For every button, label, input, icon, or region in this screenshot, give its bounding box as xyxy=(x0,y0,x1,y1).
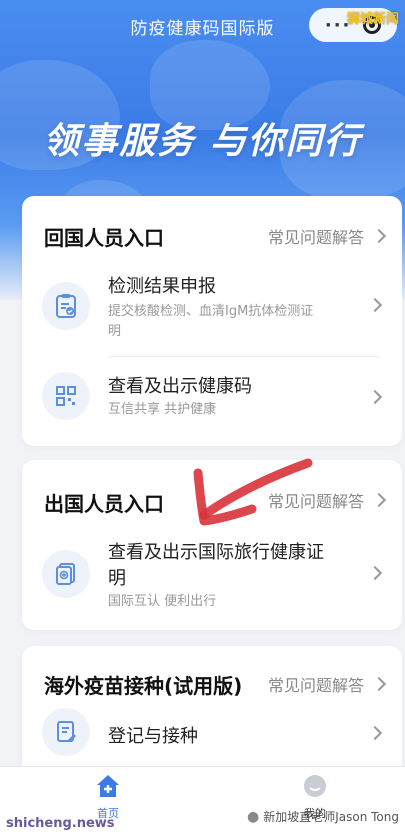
chevron-right-icon xyxy=(367,725,383,741)
item-title: 明 xyxy=(108,568,126,589)
health-certificate-icon xyxy=(42,550,90,598)
faq-label: 常见问题解答 xyxy=(267,492,364,511)
wechat-icon: ● xyxy=(247,808,260,825)
form-edit-icon xyxy=(42,708,90,756)
item-subtitle: 互信共享 共护健康 xyxy=(108,402,217,417)
chevron-right-icon xyxy=(371,492,387,508)
item-title: 查看及出示国际旅行健康证 xyxy=(108,542,324,563)
item-title: 查看及出示健康码 xyxy=(108,376,252,397)
faq-link[interactable]: 常见问题解答 xyxy=(267,224,387,248)
profile-icon xyxy=(304,775,326,797)
chevron-right-icon xyxy=(371,228,387,244)
list-item-test-report[interactable]: 检测结果申报 提交核酸检测、血清IgM抗体检测证 明 xyxy=(22,270,402,360)
item-subtitle: 明 xyxy=(108,324,122,339)
section-heading: 回国人员入口 xyxy=(44,226,164,250)
watermark-bottom-right: ● 新加坡直老师Jason Tong xyxy=(247,808,399,825)
faq-label: 常见问题解答 xyxy=(267,676,364,695)
section-heading: 出国人员入口 xyxy=(44,492,164,516)
item-title: 登记与接种 xyxy=(108,726,198,747)
faq-link[interactable]: 常见问题解答 xyxy=(267,488,387,512)
tab-home[interactable]: 首页 xyxy=(68,773,148,821)
section-card-return: 回国人员入口 常见问题解答 检测结果申报 提交核酸检测、血清IgM抗体检测证 明 xyxy=(22,196,402,446)
watermark-top: 狮城新闻 xyxy=(346,12,399,27)
faq-link[interactable]: 常见问题解答 xyxy=(267,672,387,696)
home-icon xyxy=(97,775,119,797)
item-title: 检测结果申报 xyxy=(108,276,216,297)
divider xyxy=(108,356,380,357)
slogan: 领事服务 与你同行 xyxy=(43,121,362,162)
section-card-vaccine: 海外疫苗接种(试用版) 常见问题解答 登记与接种 xyxy=(22,646,402,776)
chevron-right-icon xyxy=(367,297,383,313)
item-subtitle: 国际互认 便利出行 xyxy=(108,594,217,609)
list-item-health-code[interactable]: 查看及出示健康码 互信共享 共护健康 xyxy=(22,368,402,432)
watermark-text: 新加坡直老师Jason Tong xyxy=(263,810,399,824)
item-subtitle: 提交核酸检测、血清IgM抗体检测证 xyxy=(108,304,314,319)
chevron-right-icon xyxy=(367,389,383,405)
list-item-register-vaccinate[interactable]: 登记与接种 xyxy=(22,708,402,764)
section-heading: 海外疫苗接种(试用版) xyxy=(44,674,243,698)
watermark-bottom-left: shicheng.news xyxy=(6,816,115,831)
chevron-right-icon xyxy=(367,565,383,581)
chevron-right-icon xyxy=(371,676,387,692)
clipboard-check-icon xyxy=(42,282,90,330)
qr-code-icon xyxy=(42,372,90,420)
section-card-departure: 出国人员入口 常见问题解答 查看及出示国际旅行健康证 明 国际互认 便利出行 xyxy=(22,460,402,630)
list-item-intl-health-cert[interactable]: 查看及出示国际旅行健康证 明 国际互认 便利出行 xyxy=(22,536,402,620)
faq-label: 常见问题解答 xyxy=(267,228,364,247)
